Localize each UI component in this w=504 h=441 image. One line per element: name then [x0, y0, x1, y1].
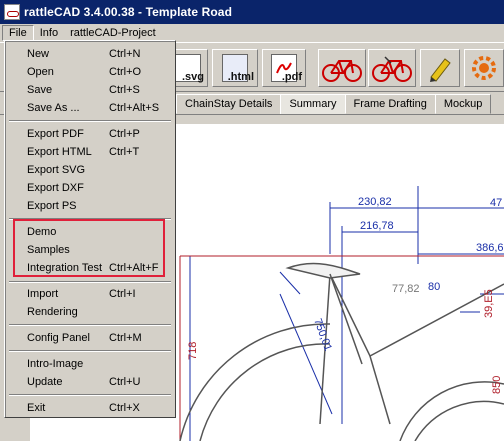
menu-item-config-panel-label: Config Panel [27, 332, 90, 344]
menu-item-export-ps[interactable]: Export PS [7, 197, 173, 215]
dim-label-4: 77,82 [392, 283, 420, 295]
dim-label-2: 216,78 [360, 220, 394, 232]
dim-label-5: 80 [428, 281, 440, 293]
menu-item-update[interactable]: Update Ctrl+U [7, 373, 173, 391]
app-logo-icon [4, 4, 20, 20]
window-title: rattleCAD 3.4.00.38 - Template Road [24, 5, 233, 19]
menu-item-config-panel-shortcut: Ctrl+M [109, 332, 142, 344]
menu-item-import-shortcut: Ctrl+I [109, 288, 136, 300]
menu-separator [9, 394, 171, 396]
menu-item-export-dxf-label: Export DXF [27, 182, 84, 194]
bike-red-icon [322, 60, 362, 82]
menu-item-save-as-label: Save As ... [27, 102, 80, 114]
menu-item-export-pdf[interactable]: Export PDF Ctrl+P [7, 125, 173, 143]
dim-label-3: 386,6 [476, 242, 504, 254]
menu-item-export-html[interactable]: Export HTML Ctrl+T [7, 143, 173, 161]
gear-icon [472, 56, 496, 80]
tab-summary[interactable]: Summary [280, 94, 346, 115]
dim-label-7: 718 [187, 342, 199, 360]
settings-button[interactable] [464, 49, 504, 87]
menu-item-export-svg-label: Export SVG [27, 164, 86, 176]
menu-item-exit-shortcut: Ctrl+X [109, 402, 140, 414]
menu-item-export-ps-label: Export PS [27, 200, 77, 212]
tab-mockup[interactable]: Mockup [434, 94, 492, 114]
menu-item-rendering-label: Rendering [27, 306, 78, 318]
menu-rattlecad-project[interactable]: rattleCAD-Project [64, 25, 162, 41]
export-html-button[interactable]: .html [212, 49, 258, 87]
menu-item-save-as-shortcut: Ctrl+Alt+S [109, 102, 160, 114]
menu-item-save-as[interactable]: Save As ... Ctrl+Alt+S [7, 99, 173, 117]
export-pdf-label: .pdf [281, 71, 302, 83]
dim-label-8: 850 [491, 376, 503, 394]
menu-item-export-dxf[interactable]: Export DXF [7, 179, 173, 197]
menu-item-intro-image[interactable]: Intro-Image [7, 355, 173, 373]
menu-item-rendering[interactable]: Rendering [7, 303, 173, 321]
menu-separator [9, 324, 171, 326]
menu-info[interactable]: Info [34, 25, 64, 41]
menu-item-intro-image-label: Intro-Image [27, 358, 84, 370]
tab-chainstay-details[interactable]: ChainStay Details [176, 94, 282, 114]
menu-item-save-shortcut: Ctrl+S [109, 84, 140, 96]
menu-item-export-svg[interactable]: Export SVG [7, 161, 173, 179]
menu-item-exit-label: Exit [27, 402, 46, 414]
export-pdf-button[interactable]: .pdf [262, 49, 306, 87]
menu-item-config-panel[interactable]: Config Panel Ctrl+M [7, 329, 173, 347]
highlight-annotation-box [13, 219, 165, 277]
menu-item-export-html-label: Export HTML [27, 146, 92, 158]
bike-red-2-icon [372, 56, 412, 82]
menu-item-open-shortcut: Ctrl+O [109, 66, 142, 78]
menu-item-export-pdf-label: Export PDF [27, 128, 84, 140]
pencil-icon [430, 58, 451, 82]
title-bar: rattleCAD 3.4.00.38 - Template Road [0, 0, 504, 24]
menu-item-save[interactable]: Save Ctrl+S [7, 81, 173, 99]
menu-item-export-html-shortcut: Ctrl+T [109, 146, 140, 158]
menu-item-save-label: Save [27, 84, 53, 96]
dim-label-1: 230,82 [358, 196, 392, 208]
pencil-tool-button[interactable] [420, 49, 460, 87]
menu-item-new-shortcut: Ctrl+N [109, 48, 141, 60]
menu-item-open-label: Open [27, 66, 54, 78]
menu-item-open[interactable]: Open Ctrl+O [7, 63, 173, 81]
dim-label-10: 47 [490, 197, 502, 209]
menu-item-import-label: Import [27, 288, 59, 300]
menu-item-update-label: Update [27, 376, 63, 388]
tab-frame-drafting[interactable]: Frame Drafting [344, 94, 436, 114]
app-window: rattleCAD 3.4.00.38 - Template Road File… [0, 0, 504, 441]
menu-file[interactable]: File [2, 25, 34, 41]
menu-item-import[interactable]: Import Ctrl+I [7, 285, 173, 303]
dim-label-6: 750,01 [311, 317, 334, 353]
menu-separator [9, 120, 171, 122]
export-svg-label: .svg [181, 71, 204, 83]
menu-item-new[interactable]: New Ctrl+N [7, 45, 173, 63]
menu-separator [9, 281, 171, 283]
menu-separator [9, 350, 171, 352]
tab-bar: ChainStay Details Summary Frame Drafting… [176, 94, 504, 115]
export-html-label: .html [227, 71, 254, 83]
menu-item-exit[interactable]: Exit Ctrl+X [7, 399, 173, 417]
bike-view-button-2[interactable] [368, 49, 416, 87]
bike-view-button-1[interactable] [318, 49, 366, 87]
menu-item-new-label: New [27, 48, 50, 60]
dim-label-9: 39,E5 [483, 289, 495, 318]
menu-item-export-pdf-shortcut: Ctrl+P [109, 128, 140, 140]
file-menu: New Ctrl+N Open Ctrl+O Save Ctrl+S Save … [4, 40, 176, 418]
menu-item-update-shortcut: Ctrl+U [109, 376, 141, 388]
